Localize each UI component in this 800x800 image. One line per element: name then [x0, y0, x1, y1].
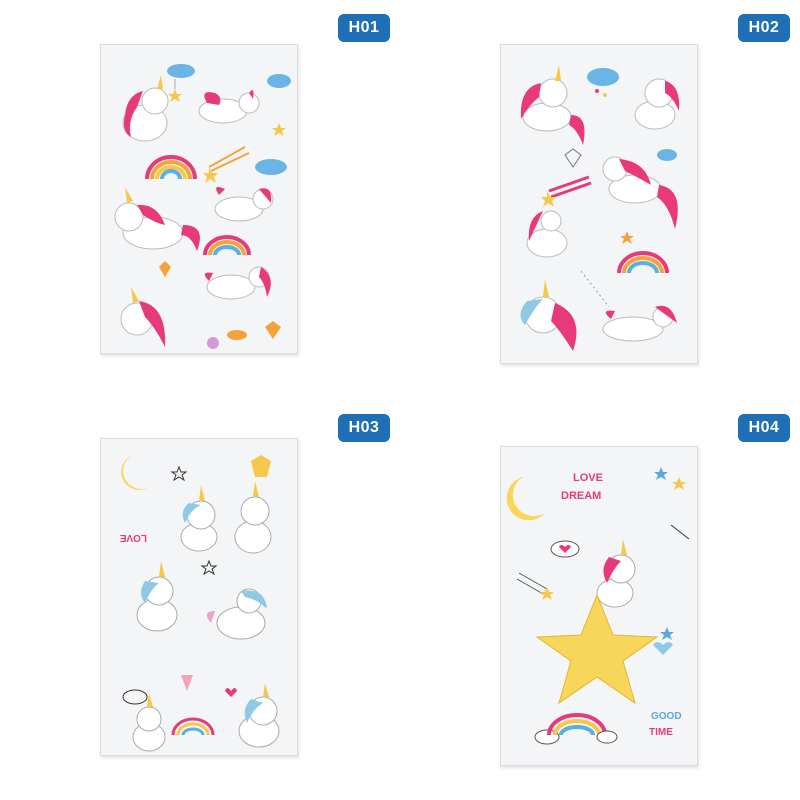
cloud-sticker — [267, 74, 291, 88]
sticker-artwork-h04: LOVE DREAM GOOD TIME — [506, 467, 690, 745]
time-text-sticker: TIME — [649, 727, 673, 738]
ice-cream-sticker — [181, 675, 193, 691]
sticker-artwork-h02 — [520, 65, 680, 351]
tattoo-sheet-h01 — [100, 44, 298, 354]
shooting-star-sticker — [516, 572, 548, 596]
rainbow-sticker — [534, 713, 618, 745]
unicorn-head-sticker — [120, 287, 166, 347]
sticker-artwork-h01 — [114, 64, 291, 349]
unicorn-sticker — [234, 481, 272, 554]
dream-text-sticker: DREAM — [561, 490, 601, 502]
product-panel-h04[interactable]: H04 LOVE DREAM GOOD TIME — [400, 400, 800, 800]
star-sticker — [170, 465, 188, 482]
product-panel-h02[interactable]: H02 — [400, 0, 800, 400]
unicorn-sticker — [136, 561, 178, 632]
diamond-sticker — [159, 261, 171, 277]
unicorn-sticker — [526, 210, 568, 258]
shooting-star-sticker — [541, 175, 592, 207]
big-star-sticker — [535, 593, 659, 705]
tattoo-sheet-h02 — [500, 44, 698, 364]
unicorn-sticker — [520, 65, 585, 145]
rainbow-sticker — [171, 717, 215, 736]
unicorn-sticker — [214, 187, 274, 222]
heart-sticker — [225, 688, 237, 697]
star-sticker — [654, 467, 668, 480]
unicorn-sticker — [114, 187, 200, 251]
cloud-sticker — [255, 159, 287, 175]
heart-sticker — [653, 642, 673, 655]
rainbow-sticker — [203, 235, 251, 256]
star-sticker — [620, 231, 634, 244]
cloud-sticker — [122, 689, 148, 705]
love-text-sticker: LOVE — [119, 532, 147, 543]
shooting-star-sticker — [580, 270, 610, 308]
rainbow-sticker — [617, 251, 669, 274]
star-sticker — [672, 477, 686, 490]
sticker-artwork-h03: LOVE — [119, 455, 280, 752]
diamond-sticker — [251, 455, 271, 477]
unicorn-sticker — [602, 305, 677, 342]
unicorn-sticker — [204, 266, 271, 300]
moon-sticker — [121, 455, 149, 490]
shooting-star-sticker — [203, 146, 250, 183]
variant-label-h03: H03 — [338, 414, 390, 442]
unicorn-head-sticker — [520, 279, 577, 351]
unicorn-sticker — [180, 485, 218, 552]
unicorn-sticker — [132, 693, 166, 752]
planet-sticker — [227, 330, 247, 340]
love-text-sticker: LOVE — [573, 472, 603, 484]
tattoo-sheet-h04: LOVE DREAM GOOD TIME — [500, 446, 698, 766]
unicorn-sticker — [602, 156, 678, 229]
unicorn-sticker — [634, 78, 680, 130]
cloud-sticker — [587, 68, 619, 97]
variant-label-h01: H01 — [338, 14, 390, 42]
star-sticker — [272, 123, 286, 136]
unicorn-sticker — [206, 588, 267, 640]
diamond-sticker — [265, 321, 281, 339]
shooting-star-sticker — [670, 524, 690, 540]
cloud-sticker — [657, 149, 677, 161]
diamond-sticker — [564, 148, 582, 168]
star-sticker — [660, 627, 674, 640]
cloud-sticker — [167, 64, 195, 102]
star-sticker — [200, 559, 218, 576]
product-panel-h03[interactable]: H03 LOVE — [0, 400, 400, 800]
variant-label-h04: H04 — [738, 414, 790, 442]
good-text-sticker: GOOD — [651, 711, 682, 722]
unicorn-sticker — [122, 75, 169, 142]
product-panel-h01[interactable]: H01 — [0, 0, 400, 400]
cupcake-sticker — [207, 337, 219, 349]
tattoo-sheet-h03: LOVE — [100, 438, 298, 756]
rainbow-sticker — [145, 155, 197, 180]
moon-sticker — [506, 477, 545, 521]
unicorn-sticker — [198, 90, 260, 124]
star-sticker — [540, 587, 554, 600]
variant-label-h02: H02 — [738, 14, 790, 42]
unicorn-sticker — [596, 539, 636, 608]
unicorn-sticker — [238, 683, 280, 748]
